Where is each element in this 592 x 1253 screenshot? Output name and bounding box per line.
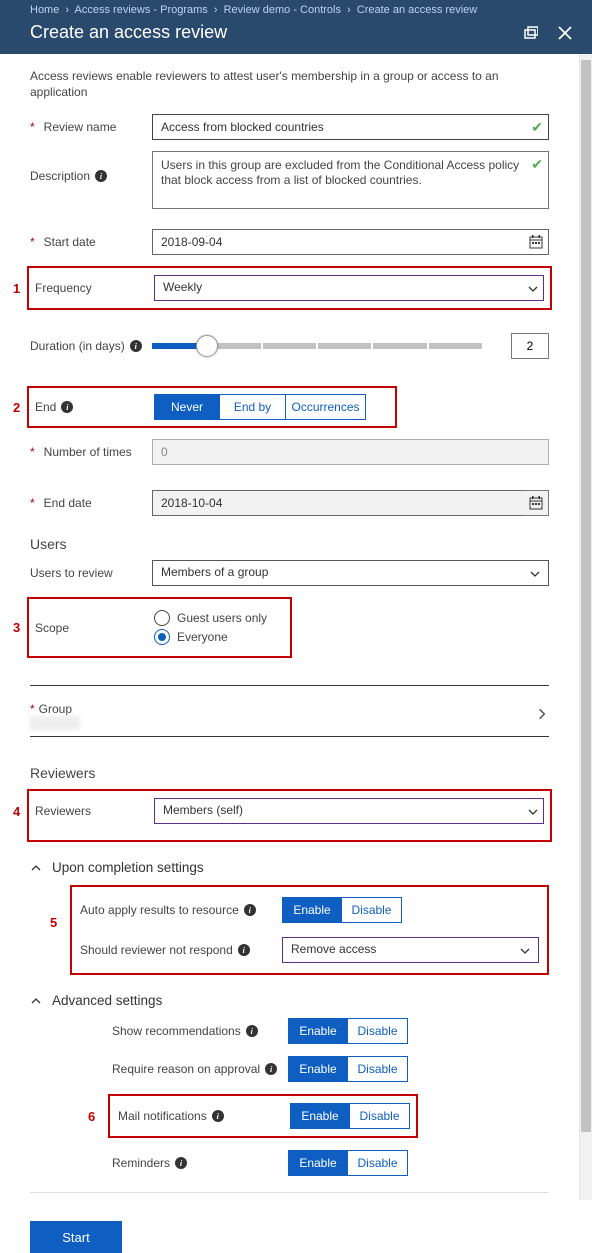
end-occurrences-button[interactable]: Occurrences	[286, 394, 366, 420]
page-title: Create an access review	[30, 22, 227, 43]
autoapply-toggle: Enable Disable	[282, 897, 539, 923]
reviewers-section-header: Reviewers	[30, 765, 549, 781]
blade-header: Home › Access reviews - Programs › Revie…	[0, 0, 592, 54]
breadcrumb-current: Create an access review	[357, 4, 477, 16]
info-icon[interactable]: i	[130, 340, 142, 352]
intro-text: Access reviews enable reviewers to attes…	[30, 68, 549, 100]
reminders-toggle: Enable Disable	[288, 1150, 408, 1176]
scope-everyone-radio[interactable]: Everyone	[154, 629, 287, 645]
advanced-label: Advanced settings	[52, 993, 162, 1008]
start-date-label: Start date	[44, 235, 96, 249]
showrec-disable[interactable]: Disable	[348, 1018, 408, 1044]
requirereason-label: Require reason on approval	[112, 1062, 260, 1076]
check-icon: ✔	[531, 119, 543, 136]
duration-value-input[interactable]	[511, 333, 549, 359]
users-to-review-select[interactable]: Members of a group	[152, 560, 549, 586]
close-icon[interactable]	[558, 26, 572, 45]
annotation-3: 3	[13, 620, 20, 635]
end-endby-button[interactable]: End by	[220, 394, 286, 420]
showrec-label: Show recommendations	[112, 1024, 241, 1038]
notrespond-select[interactable]: Remove access	[282, 937, 539, 963]
requirereason-disable[interactable]: Disable	[348, 1056, 408, 1082]
calendar-icon[interactable]	[523, 229, 549, 255]
scope-guest-label: Guest users only	[177, 611, 267, 625]
enddate-input	[152, 490, 549, 516]
reminders-label: Reminders	[112, 1156, 170, 1170]
numtimes-label: Number of times	[44, 445, 132, 459]
autoapply-disable[interactable]: Disable	[342, 897, 402, 923]
chevron-right-icon	[535, 707, 549, 726]
upon-completion-label: Upon completion settings	[52, 860, 204, 875]
duration-label: Duration (in days)	[30, 339, 125, 353]
frequency-label: Frequency	[35, 281, 92, 295]
breadcrumb-controls[interactable]: Review demo - Controls	[224, 4, 341, 16]
reviewers-select[interactable]: Members (self)	[154, 798, 544, 824]
scope-everyone-label: Everyone	[177, 630, 228, 644]
showrec-toggle: Enable Disable	[288, 1018, 408, 1044]
mailnotif-label: Mail notifications	[118, 1109, 207, 1123]
group-value-redacted	[30, 716, 80, 730]
chevron-up-icon	[30, 862, 42, 874]
mailnotif-disable[interactable]: Disable	[350, 1103, 410, 1129]
requirereason-enable[interactable]: Enable	[288, 1056, 348, 1082]
frequency-select[interactable]: Weekly	[154, 275, 544, 301]
review-name-label: Review name	[44, 120, 117, 134]
breadcrumb-home[interactable]: Home	[30, 4, 59, 16]
annotation-6: 6	[88, 1109, 95, 1124]
users-section-header: Users	[30, 536, 549, 552]
description-label: Description	[30, 169, 90, 183]
advanced-toggle[interactable]: Advanced settings	[30, 993, 549, 1008]
info-icon[interactable]: i	[212, 1110, 224, 1122]
upon-completion-toggle[interactable]: Upon completion settings	[30, 860, 549, 875]
info-icon[interactable]: i	[246, 1025, 258, 1037]
autoapply-label: Auto apply results to resource	[80, 903, 239, 917]
breadcrumb: Home › Access reviews - Programs › Revie…	[30, 4, 477, 17]
annotation-1: 1	[13, 281, 20, 296]
group-label: Group	[39, 702, 72, 716]
slider-thumb[interactable]	[196, 335, 218, 357]
scope-guest-radio[interactable]: Guest users only	[154, 610, 287, 626]
breadcrumb-programs[interactable]: Access reviews - Programs	[75, 4, 208, 16]
start-button[interactable]: Start	[30, 1221, 122, 1253]
reminders-enable[interactable]: Enable	[288, 1150, 348, 1176]
mailnotif-toggle: Enable Disable	[290, 1103, 410, 1129]
annotation-4: 4	[13, 804, 20, 819]
scope-label: Scope	[35, 621, 69, 635]
scrollbar[interactable]	[579, 0, 592, 1200]
info-icon[interactable]: i	[95, 170, 107, 182]
annotation-2: 2	[13, 400, 20, 415]
duration-slider[interactable]	[152, 343, 482, 349]
info-icon[interactable]: i	[61, 401, 73, 413]
review-name-input[interactable]	[152, 114, 549, 140]
requirereason-toggle: Enable Disable	[288, 1056, 408, 1082]
end-label: End	[35, 400, 56, 414]
end-never-button[interactable]: Never	[154, 394, 220, 420]
end-pillgroup: Never End by Occurrences	[154, 394, 392, 420]
reminders-disable[interactable]: Disable	[348, 1150, 408, 1176]
annotation-5: 5	[50, 915, 57, 930]
info-icon[interactable]: i	[244, 904, 256, 916]
restore-window-icon[interactable]	[524, 26, 538, 45]
autoapply-enable[interactable]: Enable	[282, 897, 342, 923]
info-icon[interactable]: i	[265, 1063, 277, 1075]
info-icon[interactable]: i	[175, 1157, 187, 1169]
info-icon[interactable]: i	[238, 944, 250, 956]
scrollbar-thumb[interactable]	[581, 60, 591, 1132]
users-to-review-label: Users to review	[30, 566, 113, 580]
mailnotif-enable[interactable]: Enable	[290, 1103, 350, 1129]
chevron-up-icon	[30, 995, 42, 1007]
description-input[interactable]: Users in this group are excluded from th…	[152, 151, 549, 209]
check-icon: ✔	[531, 156, 543, 173]
calendar-icon	[523, 490, 549, 516]
form-content: Access reviews enable reviewers to attes…	[0, 54, 579, 1253]
start-date-input[interactable]	[152, 229, 549, 255]
enddate-label: End date	[44, 496, 92, 510]
numtimes-input	[152, 439, 549, 465]
group-picker[interactable]: *Group	[30, 696, 549, 737]
reviewers-label: Reviewers	[35, 804, 91, 818]
showrec-enable[interactable]: Enable	[288, 1018, 348, 1044]
notrespond-label: Should reviewer not respond	[80, 943, 233, 957]
